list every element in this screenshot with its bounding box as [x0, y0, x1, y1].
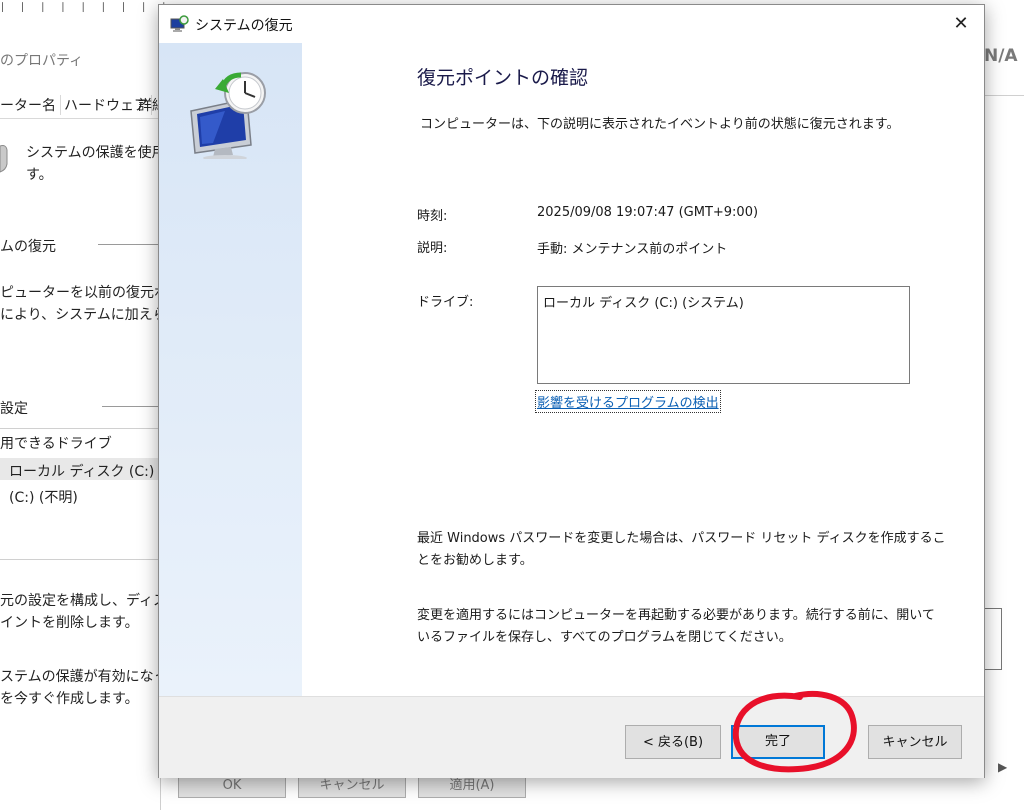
time-value: 2025/09/08 19:07:47 (GMT+9:00)	[537, 205, 759, 220]
drive-item-unknown[interactable]: (C:) (不明)	[9, 487, 78, 507]
page-title: 復元ポイントの確認	[417, 67, 589, 89]
description-value: 手動: メンテナンス前のポイント	[537, 242, 728, 257]
system-properties-title: のプロパティ	[0, 53, 84, 69]
section-system-restore: ムの復元	[0, 239, 56, 255]
dialog-title: システムの復元	[195, 18, 293, 34]
finish-button[interactable]: 完了	[731, 725, 825, 759]
protection-shield-icon	[0, 145, 8, 173]
back-button[interactable]: < 戻る(B)	[625, 725, 721, 759]
background-cancel-button[interactable]: キャンセル	[298, 776, 406, 798]
scroll-right-arrow-icon[interactable]: ▶	[998, 760, 1007, 774]
intro-text: コンピューターは、下の説明に表示されたイベントより前の状態に復元されます。	[420, 117, 900, 132]
protection-description-line1: システムの保護を使用	[26, 145, 166, 161]
drives-listbox[interactable]: ローカル ディスク (C:) (システム)	[537, 286, 910, 384]
restart-warning-note: 変更を適用するにはコンピューターを再起動する必要があります。続行する前に、開いて…	[417, 608, 935, 645]
close-icon: ✕	[953, 13, 969, 34]
restore-description-line2: により、システムに加えられ	[0, 307, 181, 323]
drives-label: ドライブ:	[417, 295, 474, 310]
wizard-content: 復元ポイントの確認 コンピューターは、下の説明に表示されたイベントより前の状態に…	[302, 43, 984, 696]
create-description-line1: ステムの保護が有効になっ	[0, 669, 168, 685]
section-protection-settings: 設定	[0, 401, 28, 417]
background-na-label: N/A	[984, 46, 1018, 66]
dialog-titlebar[interactable]: システムの復元 ✕	[159, 5, 984, 43]
time-label: 時刻:	[417, 209, 448, 224]
wizard-side-panel	[159, 43, 302, 696]
background-top-dots: ∣ ∣ ∣ ∣ ∣ ∣ ∣ ∣ ∣	[0, 2, 173, 13]
drive-item-local-disk[interactable]: ローカル ディスク (C:) (システム)	[543, 292, 744, 311]
password-reset-note: 最近 Windows パスワードを変更した場合は、パスワード リセット ディスク…	[417, 531, 946, 568]
description-label: 説明:	[417, 241, 448, 256]
section-divider	[98, 244, 160, 245]
dialog-footer: < 戻る(B) 完了 キャンセル	[159, 696, 984, 778]
cancel-button[interactable]: キャンセル	[868, 725, 962, 759]
scan-affected-programs-link[interactable]: 影響を受けるプログラムの検出	[535, 390, 721, 413]
drives-column-header: 用できるドライブ	[0, 436, 112, 452]
section-divider	[102, 406, 160, 407]
restore-monitor-clock-icon	[190, 72, 266, 159]
protection-description-line2: す。	[26, 167, 53, 183]
tab-computer-name[interactable]: ーター名	[0, 95, 56, 115]
background-top-strip: ∣ ∣ ∣ ∣ ∣ ∣ ∣ ∣ ∣	[0, 0, 166, 14]
background-divider	[984, 95, 1024, 96]
create-description-line2: を今すぐ作成します。	[0, 691, 139, 707]
background-panel	[984, 608, 1002, 670]
close-button[interactable]: ✕	[938, 5, 984, 43]
restore-description-line1: ピューターを以前の復元ポイ	[0, 285, 182, 301]
configure-description-line2: イントを削除します。	[0, 615, 139, 631]
system-restore-icon	[170, 15, 189, 32]
ok-button[interactable]: OK	[178, 776, 286, 798]
system-restore-dialog: システムの復元 ✕ 復元ポイントの確認 コンピューターは、下の説明に表示されたイ…	[158, 4, 985, 778]
configure-description-line1: 元の設定を構成し、ディス	[0, 593, 168, 609]
apply-button[interactable]: 適用(A)	[418, 776, 526, 798]
